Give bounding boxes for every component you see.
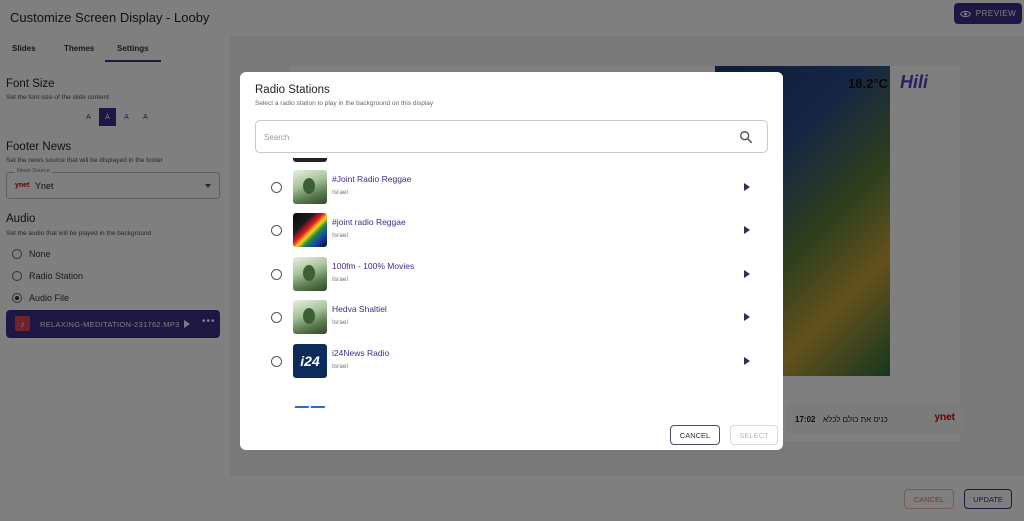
radio-button[interactable] (271, 356, 282, 367)
radio-stations-dialog: Radio Stations Select a radio station to… (240, 72, 783, 450)
station-thumbnail: i24 (293, 344, 327, 378)
radio-button[interactable] (271, 182, 282, 193)
dialog-cancel-button[interactable]: CANCEL (670, 425, 720, 445)
station-thumbnail-partial (292, 400, 327, 408)
dialog-subtitle: Select a radio station to play in the ba… (255, 100, 434, 107)
station-name: #joint radio Reggae (332, 217, 406, 227)
station-thumbnail-partial (293, 158, 327, 162)
station-thumbnail (293, 257, 327, 291)
radio-button[interactable] (271, 225, 282, 236)
station-row[interactable]: i24 i24News Radio Israel (240, 342, 783, 380)
station-row[interactable]: Hedva Shaltiel Israel (240, 298, 783, 336)
station-list[interactable]: #Joint Radio Reggae Israel #joint radio … (240, 158, 783, 408)
search-input[interactable] (264, 130, 734, 144)
play-icon[interactable] (744, 357, 750, 365)
station-name: #Joint Radio Reggae (332, 174, 412, 184)
play-icon[interactable] (744, 313, 750, 321)
station-country: Israel (332, 319, 348, 326)
play-icon[interactable] (744, 226, 750, 234)
station-name: 100fm - 100% Movies (332, 261, 415, 271)
station-thumbnail (293, 170, 327, 204)
station-country: Israel (332, 189, 348, 196)
station-thumbnail (293, 300, 327, 334)
station-thumbnail (293, 213, 327, 247)
station-row[interactable]: #joint radio Reggae Israel (240, 211, 783, 249)
dialog-select-button[interactable]: SELECT (730, 425, 778, 445)
station-name: Hedva Shaltiel (332, 304, 387, 314)
station-name: i24News Radio (332, 348, 390, 358)
play-icon[interactable] (744, 270, 750, 278)
station-country: Israel (332, 276, 348, 283)
station-row[interactable]: 100fm - 100% Movies Israel (240, 255, 783, 293)
radio-button[interactable] (271, 312, 282, 323)
station-row[interactable]: #Joint Radio Reggae Israel (240, 168, 783, 206)
station-country: Israel (332, 363, 348, 370)
play-icon[interactable] (744, 183, 750, 191)
dialog-title: Radio Stations (255, 84, 330, 96)
search-box (255, 120, 768, 153)
search-icon[interactable] (739, 130, 753, 144)
station-country: Israel (332, 232, 348, 239)
radio-button[interactable] (271, 269, 282, 280)
